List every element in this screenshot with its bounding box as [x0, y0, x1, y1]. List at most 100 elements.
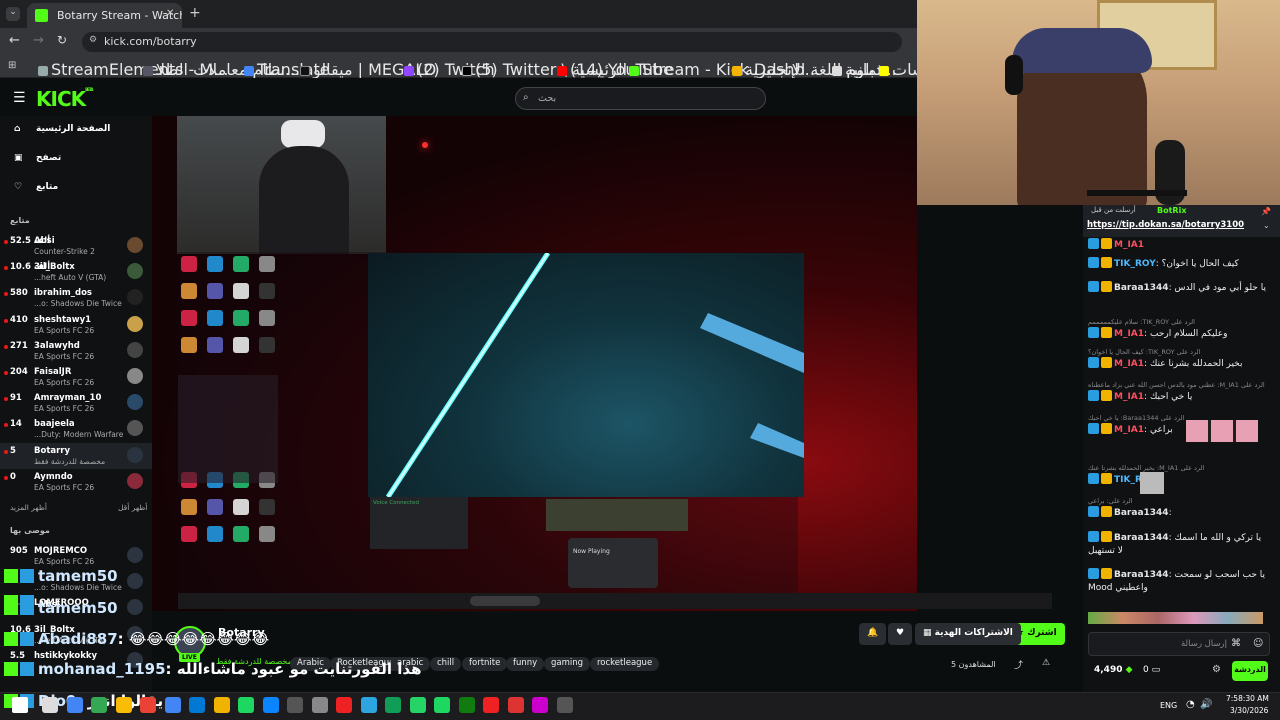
chat-message[interactable]: TIK_ROY: — [1088, 473, 1268, 487]
chat-message[interactable]: Baraa1344: يا حب اسحب لو سمحت Mood واعطي… — [1088, 568, 1268, 595]
chat-username[interactable]: M_IA1 — [1114, 359, 1144, 369]
taskbar-app-icon[interactable] — [556, 697, 573, 713]
live-dot-icon — [4, 397, 8, 402]
taskbar-app-icon[interactable] — [409, 697, 426, 713]
bookmark-thmanyah[interactable]: ثمانية — [832, 60, 881, 79]
stream-tag[interactable]: rocketleaguе — [590, 657, 660, 671]
taskbar-app-icon[interactable] — [12, 697, 28, 713]
menu-icon[interactable]: ☰ — [13, 90, 26, 106]
taskbar-app-icon[interactable] — [115, 697, 132, 713]
kick-emote-icon[interactable]: ⌘ — [1231, 638, 1241, 649]
taskbar-time[interactable]: 7:58:30 AM — [1226, 694, 1269, 703]
sidebar-channel[interactable]: 580 ibrahim_dos ...o: Shadows Die Twice — [0, 285, 152, 311]
taskbar-app-icon[interactable] — [434, 697, 450, 713]
sidebar-channel[interactable]: 0 Aymndo EA Sports FC 26 — [0, 469, 152, 495]
share-icon[interactable]: ⤴ — [1014, 658, 1023, 671]
taskbar-app-icon[interactable] — [311, 697, 328, 713]
taskbar-app-icon[interactable] — [360, 697, 377, 713]
address-bar[interactable]: ⚙ kick.com/botarry — [82, 32, 902, 52]
sidebar-channel[interactable]: 5 Botarry مخصصة للدردشة فقط — [0, 442, 152, 469]
recommended-channel[interactable]: 905 MOJREMCO EA Sports FC 26 — [0, 543, 152, 569]
show-more-link[interactable]: أظهر المزيد — [10, 503, 47, 512]
chat-username[interactable]: Baraa1344 — [1114, 508, 1169, 518]
chat-username[interactable]: M_IA1 — [1114, 240, 1144, 250]
back-icon[interactable]: ← — [9, 33, 20, 48]
forward-icon[interactable]: → — [33, 33, 44, 48]
nav-browse[interactable]: ▣ تصفح — [14, 153, 61, 171]
report-icon[interactable]: ⚠ — [1042, 658, 1050, 668]
chat-username[interactable]: M_IA1 — [1114, 329, 1144, 339]
sidebar-channel[interactable]: 204 FaisalJR EA Sports FC 26 — [0, 364, 152, 390]
chat-send-button[interactable]: الدردشة — [1232, 661, 1268, 681]
new-tab-button[interactable]: + — [189, 5, 201, 21]
chat-message[interactable]: M_IA1 — [1088, 238, 1268, 252]
taskbar-app-icon[interactable] — [532, 697, 548, 713]
taskbar-app-icon[interactable] — [140, 697, 156, 713]
emoji-icon[interactable]: ☺ — [1253, 638, 1263, 649]
sidebar-channel[interactable]: 410 sheshtawy1 EA Sports FC 26 — [0, 312, 152, 338]
chat-username[interactable]: TIK_ROY — [1114, 259, 1156, 269]
chat-message[interactable]: M_IA1: يا خي احبك — [1088, 390, 1268, 404]
taskbar-date[interactable]: 3/30/2026 — [1230, 706, 1268, 715]
taskbar-app-icon[interactable] — [238, 697, 254, 713]
chat-username[interactable]: Baraa1344 — [1114, 283, 1169, 293]
taskbar-app-icon[interactable] — [287, 697, 303, 713]
taskbar-app-icon[interactable] — [213, 697, 230, 713]
taskbar-app-icon[interactable] — [483, 697, 499, 713]
taskbar-app-icon[interactable] — [262, 697, 279, 713]
chat-message[interactable]: M_IA1: بخير الحمدلله بشرنا عنك — [1088, 357, 1268, 371]
chat-input[interactable]: إرسال رسالة ☺ ⌘ — [1088, 632, 1270, 656]
tab-search-button[interactable]: ⌄ — [6, 7, 20, 21]
follow-button[interactable]: ♥ — [888, 623, 913, 645]
taskbar-app-icon[interactable] — [336, 697, 352, 713]
expand-chevron-icon[interactable]: ⌄ — [1263, 221, 1270, 230]
pinned-link[interactable]: https://tip.dokan.sa/botarry3100 — [1087, 220, 1244, 230]
chat-message[interactable]: Baraa1344: يا حلو أبي مود في الدس — [1088, 281, 1268, 295]
chat-username[interactable]: Baraa1344 — [1114, 533, 1169, 543]
taskbar-app-icon[interactable] — [458, 697, 475, 713]
taskbar-lang[interactable]: ENG — [1160, 701, 1177, 710]
pinned-message[interactable]: 📌 BotRix أرسلت من قبل https://tip.dokan.… — [1083, 205, 1280, 237]
volume-icon[interactable]: 🔊 — [1200, 699, 1212, 710]
notifications-button[interactable]: 🔔 — [859, 623, 887, 645]
sidebar-channel[interactable]: 14 baajeela ...Duty: Modern Warfare 2 — [0, 416, 152, 442]
kick-logo[interactable]: KICKBETA — [36, 87, 93, 111]
taskbar-app-icon[interactable] — [91, 697, 107, 713]
search-input[interactable]: ⌕ بحث — [515, 87, 766, 110]
stream-tag[interactable]: fortnite — [462, 657, 508, 671]
stream-tag[interactable]: gaming — [544, 657, 591, 671]
sidebar-channel[interactable]: 271 3alawyhd EA Sports FC 26 — [0, 338, 152, 364]
taskbar-app-icon[interactable] — [66, 697, 83, 713]
wifi-icon[interactable]: ◔ — [1186, 699, 1195, 710]
taskbar-app-icon[interactable] — [164, 697, 181, 713]
sidebar-channel[interactable]: 10.6 ألف 3il_Boltx ...heft Auto V (GTA) — [0, 259, 152, 285]
show-less-link[interactable]: أظهر أقل — [118, 503, 147, 512]
site-info-icon: ⚙ — [89, 35, 98, 45]
chat-username[interactable]: M_IA1 — [1114, 425, 1144, 435]
wallet-display[interactable]: 0 ▭ — [1143, 665, 1160, 675]
chat-message[interactable]: Baraa1344: يا تركي و الله ما اسمك لا تست… — [1088, 531, 1268, 558]
stream-tag[interactable]: chill — [430, 657, 462, 671]
tab-close-icon[interactable]: ✕ — [166, 8, 174, 19]
nav-following[interactable]: ♡ متابع — [14, 182, 58, 200]
gift-subs-button[interactable]: ▦ الاشتراكات الهدية — [915, 623, 1021, 645]
chat-username[interactable]: Baraa1344 — [1114, 570, 1169, 580]
taskbar-app-icon[interactable] — [385, 697, 401, 713]
light-saber-core — [387, 252, 549, 498]
sidebar-channel[interactable]: 91 Amrayman_10 EA Sports FC 26 — [0, 390, 152, 416]
sidebar-channel[interactable]: 52.5 ألف Absi Counter-Strike 2 — [0, 233, 152, 259]
taskbar-app-icon[interactable] — [507, 697, 524, 713]
points-display[interactable]: 4,490 ◆ — [1094, 665, 1133, 675]
apps-icon[interactable]: ⊞ — [8, 60, 16, 71]
chat-settings-icon[interactable]: ⚙ — [1212, 664, 1221, 675]
stream-tag[interactable]: funny — [506, 657, 545, 671]
chat-message[interactable]: M_IA1: وعليكم السلام ارحب — [1088, 327, 1268, 341]
taskbar-app-icon[interactable] — [189, 697, 205, 713]
taskbar-app-icon[interactable] — [42, 697, 58, 713]
reload-icon[interactable]: ↻ — [57, 33, 67, 47]
tab-botarry[interactable]: Botarry Stream - Watch Live on — [27, 3, 182, 28]
chat-message[interactable]: Baraa1344: — [1088, 506, 1268, 520]
chat-username[interactable]: M_IA1 — [1114, 392, 1144, 402]
chat-message[interactable]: TIK_ROY: كيف الحال يا اخوان؟ — [1088, 257, 1268, 271]
nav-home[interactable]: ⌂ الصفحة الرئيسية — [14, 124, 110, 142]
